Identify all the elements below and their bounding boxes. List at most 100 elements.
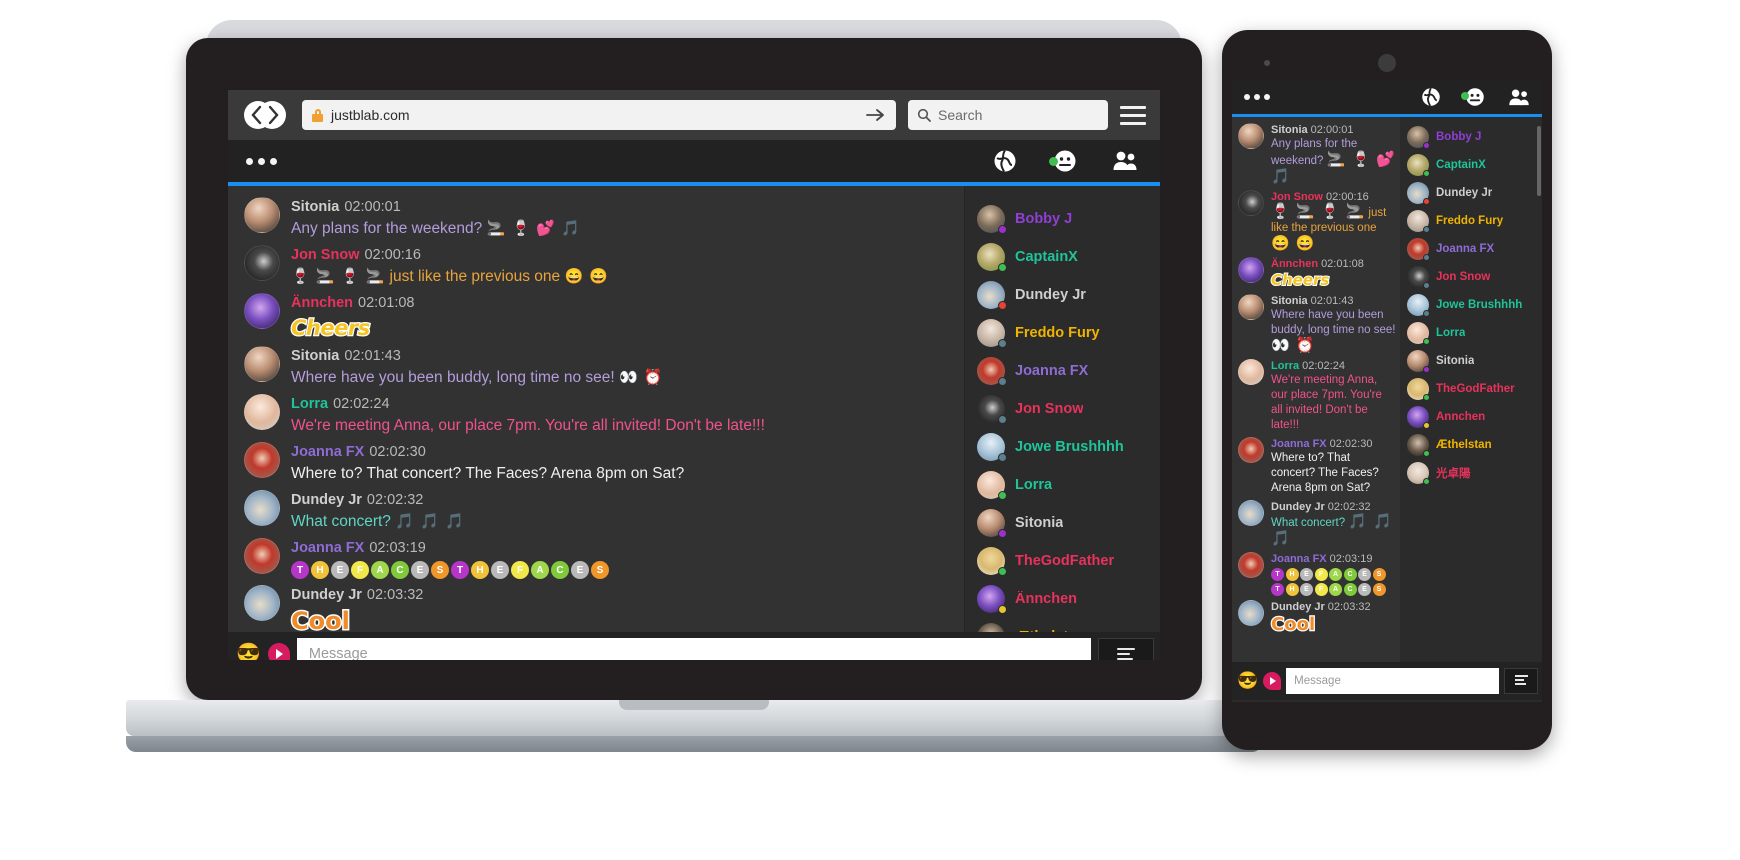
phone-people-icon[interactable] <box>1508 86 1530 108</box>
avatar[interactable] <box>1238 599 1264 626</box>
avatar[interactable] <box>244 394 280 430</box>
message-username[interactable]: Dundey Jr <box>1271 501 1325 513</box>
avatar[interactable] <box>1238 294 1264 320</box>
message-row: Sitonia 02:01:43 Where have you been buddy… <box>228 343 964 391</box>
message-username[interactable]: Ännchen <box>1271 258 1318 270</box>
hamburger-menu-icon[interactable] <box>1120 105 1146 125</box>
message-username[interactable]: Lorra <box>1271 360 1299 372</box>
message-username[interactable]: Dundey Jr <box>291 492 362 508</box>
people-icon[interactable] <box>1112 148 1138 174</box>
message-username[interactable]: Ännchen <box>291 295 353 311</box>
avatar[interactable] <box>1238 257 1264 283</box>
message-username[interactable]: Jon Snow <box>1271 191 1323 203</box>
arrow-right-icon[interactable] <box>866 108 886 122</box>
user-list-item[interactable]: Ännchen <box>1400 403 1542 431</box>
avatar[interactable] <box>1238 552 1264 578</box>
avatar[interactable] <box>1238 437 1264 463</box>
user-list-item[interactable]: Lorra <box>965 466 1160 504</box>
phone-message-input[interactable] <box>1286 668 1499 694</box>
user-list-item[interactable]: Joanna FX <box>1400 235 1542 263</box>
user-list-item[interactable]: Freddo Fury <box>965 314 1160 352</box>
avatar[interactable] <box>244 197 280 233</box>
user-list-item[interactable]: Æthelstan <box>965 618 1160 632</box>
avatar[interactable] <box>244 245 280 281</box>
avatar[interactable] <box>1238 500 1264 526</box>
avatar[interactable] <box>244 346 280 382</box>
phone-sunglasses-emoji-icon[interactable]: 😎 <box>1237 671 1258 691</box>
phone-face-status-icon[interactable] <box>1461 86 1486 108</box>
user-list-item[interactable]: Lorra <box>1400 319 1542 347</box>
send-button[interactable] <box>1098 638 1154 660</box>
user-list-item[interactable]: Jon Snow <box>1400 263 1542 291</box>
user-list-item[interactable]: TheGodFather <box>965 542 1160 580</box>
message-username[interactable]: Sitonia <box>291 348 339 364</box>
phone-globe-icon[interactable] <box>1420 86 1442 108</box>
face-letter-bubble: T <box>291 561 309 579</box>
face-letter-bubble: E <box>1358 582 1371 596</box>
message-username[interactable]: Joanna FX <box>1271 553 1327 565</box>
user-list-item[interactable]: Jon Snow <box>965 390 1160 428</box>
user-list-item[interactable]: TheGodFather <box>1400 375 1542 403</box>
phone-send-button[interactable] <box>1504 668 1538 694</box>
message-username[interactable]: Dundey Jr <box>1271 601 1325 613</box>
message-username[interactable]: Lorra <box>291 396 328 412</box>
avatar[interactable] <box>1238 123 1264 149</box>
message-username[interactable]: Sitonia <box>1271 124 1308 136</box>
globe-icon[interactable] <box>992 148 1018 174</box>
message-timestamp: 02:02:32 <box>366 492 424 508</box>
phone-message-list[interactable]: Sitonia 02:00:01 Any plans for the weekend… <box>1232 117 1400 662</box>
phone-scrollbar[interactable] <box>1537 126 1541 196</box>
user-list-item[interactable]: Dundey Jr <box>1400 179 1542 207</box>
user-list-item[interactable]: Æthelstan <box>1400 431 1542 459</box>
phone-three-dots-icon[interactable] <box>1244 94 1270 100</box>
user-avatar <box>977 623 1005 632</box>
user-name: Freddo Fury <box>1436 215 1504 227</box>
message-username[interactable]: Joanna FX <box>1271 438 1327 450</box>
url-bar[interactable]: justblab.com <box>302 100 896 130</box>
user-list-item[interactable]: Ännchen <box>965 580 1160 618</box>
user-list-item[interactable]: CaptainX <box>1400 151 1542 179</box>
message-username[interactable]: Jon Snow <box>291 247 359 263</box>
user-list-item[interactable]: 光卓陽 <box>1400 459 1542 487</box>
phone-sticker-send-icon[interactable] <box>1263 672 1282 690</box>
message-username[interactable]: Sitonia <box>291 199 339 215</box>
avatar[interactable] <box>244 538 280 574</box>
user-list-item[interactable]: Jowe Brushhhh <box>1400 291 1542 319</box>
face-status-icon[interactable] <box>1049 148 1078 174</box>
user-list-item[interactable]: Bobby J <box>1400 123 1542 151</box>
avatar[interactable] <box>244 293 280 329</box>
avatar[interactable] <box>1238 190 1264 216</box>
message-username[interactable]: Sitonia <box>1271 295 1308 307</box>
sticker-send-icon[interactable] <box>267 643 290 660</box>
avatar[interactable] <box>244 490 280 526</box>
message-body: Sitonia 02:00:01 Any plans for the weekend… <box>1271 123 1396 186</box>
user-list-item[interactable]: CaptainX <box>965 238 1160 276</box>
user-avatar-wrap <box>977 471 1007 500</box>
avatar[interactable] <box>244 442 280 478</box>
message-username[interactable]: Dundey Jr <box>291 587 362 603</box>
search-input[interactable]: Search <box>908 100 1108 130</box>
sunglasses-emoji-icon[interactable]: 😎 <box>236 644 261 660</box>
user-list-item[interactable]: Bobby J <box>965 200 1160 238</box>
message-row: Ännchen 02:01:08 Cheers <box>228 290 964 343</box>
three-dots-icon[interactable] <box>246 157 277 165</box>
user-list-item[interactable]: Sitonia <box>1400 347 1542 375</box>
user-list-item[interactable]: Joanna FX <box>965 352 1160 390</box>
user-status-dot <box>1423 198 1430 205</box>
message-username[interactable]: Joanna FX <box>291 540 364 556</box>
user-list[interactable]: Bobby J CaptainX Dundey Jr Freddo Fury Joann… <box>964 186 1160 632</box>
message-input[interactable] <box>296 638 1091 660</box>
user-list-item[interactable]: Dundey Jr <box>965 276 1160 314</box>
phone-user-list[interactable]: Bobby J CaptainX Dundey Jr Freddo Fury Joann… <box>1400 117 1542 662</box>
faces-sticker-row: THEFACESTHEFACES <box>291 561 950 579</box>
user-list-item[interactable]: Freddo Fury <box>1400 207 1542 235</box>
browser-nav-arrows[interactable] <box>242 100 290 130</box>
back-forward-icons[interactable] <box>242 100 290 130</box>
avatar[interactable] <box>1238 359 1264 385</box>
user-list-item[interactable]: Sitonia <box>965 504 1160 542</box>
avatar[interactable] <box>244 585 280 621</box>
user-status-dot <box>998 415 1007 424</box>
message-list[interactable]: Sitonia 02:00:01 Any plans for the weekend… <box>228 186 964 632</box>
user-list-item[interactable]: Jowe Brushhhh <box>965 428 1160 466</box>
message-username[interactable]: Joanna FX <box>291 444 364 460</box>
